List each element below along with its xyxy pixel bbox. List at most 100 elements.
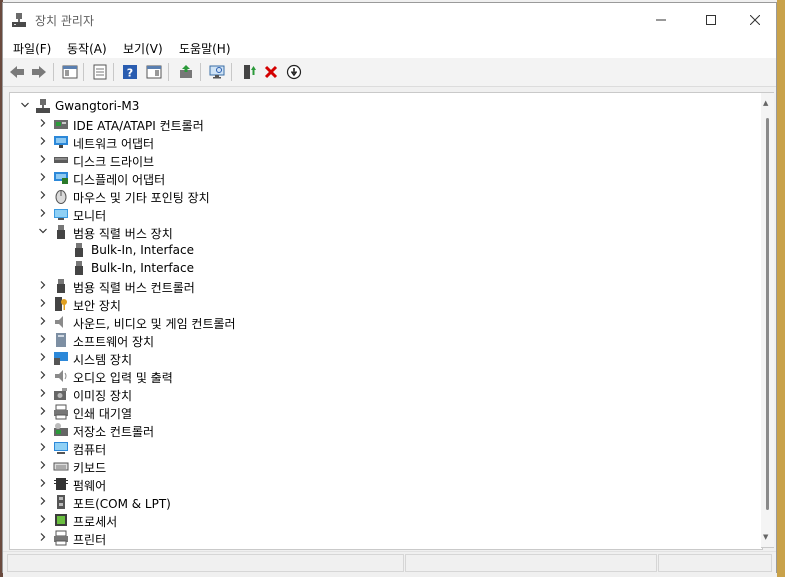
menu-action[interactable]: 동작(A): [67, 40, 107, 57]
scrollbar-thumb[interactable]: [766, 118, 769, 510]
tree-root-node[interactable]: Gwangtori-M3: [10, 97, 750, 115]
toolbar-separator: [83, 63, 84, 81]
properties-button[interactable]: [91, 63, 109, 81]
tree-node-label: 컴퓨터: [73, 443, 107, 457]
add-legacy-hardware-button[interactable]: [240, 63, 258, 81]
tree-category-node[interactable]: 마우스 및 기타 포인팅 장치: [10, 187, 750, 205]
camera-icon: [54, 388, 67, 400]
chevron-right-icon[interactable]: [38, 532, 48, 542]
toolbar: ?: [3, 58, 776, 87]
tree-category-node[interactable]: 범용 직렬 버스 장치: [10, 223, 750, 241]
keyboard-icon: [53, 462, 69, 471]
tree-node-label: 키보드: [73, 461, 107, 475]
processor-icon: [55, 514, 67, 526]
tree-category-node[interactable]: 디스크 드라이브: [10, 151, 750, 169]
chevron-right-icon[interactable]: [38, 352, 48, 362]
tree-category-node[interactable]: 범용 직렬 버스 컨트롤러: [10, 277, 750, 295]
chevron-right-icon[interactable]: [38, 172, 48, 182]
minimize-button[interactable]: [638, 3, 684, 36]
menu-bar: 파일(F) 동작(A) 보기(V) 도움말(H): [3, 36, 776, 58]
disable-device-button[interactable]: [285, 63, 303, 81]
tree-node-label: 오디오 입력 및 출력: [73, 371, 173, 385]
chevron-down-icon[interactable]: [38, 226, 48, 236]
chevron-right-icon[interactable]: [38, 190, 48, 200]
back-button[interactable]: [8, 63, 26, 81]
tree-category-node[interactable]: 프린터: [10, 529, 750, 547]
tree-category-node[interactable]: 컴퓨터: [10, 439, 750, 457]
tree-category-node[interactable]: IDE ATA/ATAPI 컨트롤러: [10, 115, 750, 133]
tree-node-label: 범용 직렬 버스 장치: [73, 227, 173, 241]
tree-category-node[interactable]: 소프트웨어 장치: [10, 331, 750, 349]
chevron-right-icon[interactable]: [38, 388, 48, 398]
menu-file[interactable]: 파일(F): [13, 40, 51, 57]
chevron-right-icon[interactable]: [38, 514, 48, 524]
tree-category-node[interactable]: 포트(COM & LPT): [10, 493, 750, 511]
chevron-right-icon[interactable]: [38, 424, 48, 434]
chevron-right-icon[interactable]: [38, 280, 48, 290]
scan-hardware-changes-icon: [209, 65, 225, 79]
chevron-right-icon[interactable]: [38, 442, 48, 452]
action-pane-button[interactable]: [145, 63, 163, 81]
tree-category-node[interactable]: 시스템 장치: [10, 349, 750, 367]
disable-device-icon: [286, 64, 302, 80]
chevron-right-icon[interactable]: [38, 460, 48, 470]
tree-category-node[interactable]: 휴먼 인터페이스 장치: [10, 547, 750, 549]
chevron-right-icon[interactable]: [38, 118, 48, 128]
chevron-right-icon[interactable]: [38, 154, 48, 164]
show-hide-console-tree-icon: [62, 65, 78, 79]
chevron-right-icon[interactable]: [38, 334, 48, 344]
tree-category-node[interactable]: 오디오 입력 및 출력: [10, 367, 750, 385]
system-device-icon: [54, 352, 68, 365]
audio-io-icon: [55, 370, 67, 382]
window-title: 장치 관리자: [35, 14, 95, 28]
tree-node-label: 저장소 컨트롤러: [73, 425, 155, 439]
tree-category-node[interactable]: 이미징 장치: [10, 385, 750, 403]
tree-category-node[interactable]: 보안 장치: [10, 295, 750, 313]
status-bar: [3, 551, 776, 574]
status-pane: [405, 554, 657, 572]
console-tree-button[interactable]: [61, 63, 79, 81]
scroll-up-icon[interactable]: ▲: [763, 99, 768, 107]
tree-category-node[interactable]: 디스플레이 어댑터: [10, 169, 750, 187]
close-button[interactable]: [732, 3, 778, 36]
maximize-button[interactable]: [688, 3, 734, 36]
tree-category-node[interactable]: 키보드: [10, 457, 750, 475]
title-bar[interactable]: 장치 관리자: [3, 3, 776, 36]
tree-node-label: 보안 장치: [73, 299, 121, 313]
tree-category-node[interactable]: 저장소 컨트롤러: [10, 421, 750, 439]
tree-category-node[interactable]: 펌웨어: [10, 475, 750, 493]
chevron-right-icon[interactable]: [38, 136, 48, 146]
tree-category-node[interactable]: 모니터: [10, 205, 750, 223]
tree-device-node[interactable]: Bulk-In, Interface: [10, 259, 750, 277]
toolbar-separator: [231, 63, 232, 81]
svg-text:?: ?: [127, 67, 133, 80]
tree-category-node[interactable]: 사운드, 비디오 및 게임 컨트롤러: [10, 313, 750, 331]
toolbar-separator: [113, 63, 114, 81]
chevron-right-icon[interactable]: [38, 478, 48, 488]
chevron-right-icon[interactable]: [38, 316, 48, 326]
tree-node-label: 펌웨어: [73, 479, 107, 493]
scan-hardware-button[interactable]: [208, 63, 226, 81]
uninstall-device-button[interactable]: [262, 63, 280, 81]
chevron-down-icon[interactable]: [20, 100, 30, 110]
menu-help[interactable]: 도움말(H): [179, 40, 231, 57]
update-driver-button[interactable]: [177, 63, 195, 81]
vertical-scrollbar[interactable]: ▲ ▼: [761, 92, 774, 548]
tree-node-label: 이미징 장치: [73, 389, 133, 403]
device-tree[interactable]: Gwangtori-M3 IDE ATA/ATAPI 컨트롤러 네트워크 어댑터 디스…: [9, 92, 763, 550]
back-arrow-icon: [10, 66, 24, 78]
tree-category-node[interactable]: 인쇄 대기열: [10, 403, 750, 421]
forward-button[interactable]: [30, 63, 48, 81]
chevron-right-icon[interactable]: [38, 406, 48, 416]
tree-category-node[interactable]: 프로세서: [10, 511, 750, 529]
menu-view[interactable]: 보기(V): [123, 40, 163, 57]
chevron-right-icon[interactable]: [38, 370, 48, 380]
tree-node-label: Bulk-In, Interface: [91, 261, 194, 275]
help-button[interactable]: ?: [121, 63, 139, 81]
chevron-right-icon[interactable]: [38, 298, 48, 308]
tree-category-node[interactable]: 네트워크 어댑터: [10, 133, 750, 151]
chevron-right-icon[interactable]: [38, 208, 48, 218]
chevron-right-icon[interactable]: [38, 496, 48, 506]
scroll-down-icon[interactable]: ▼: [763, 533, 768, 541]
tree-device-node[interactable]: Bulk-In, Interface: [10, 241, 750, 259]
